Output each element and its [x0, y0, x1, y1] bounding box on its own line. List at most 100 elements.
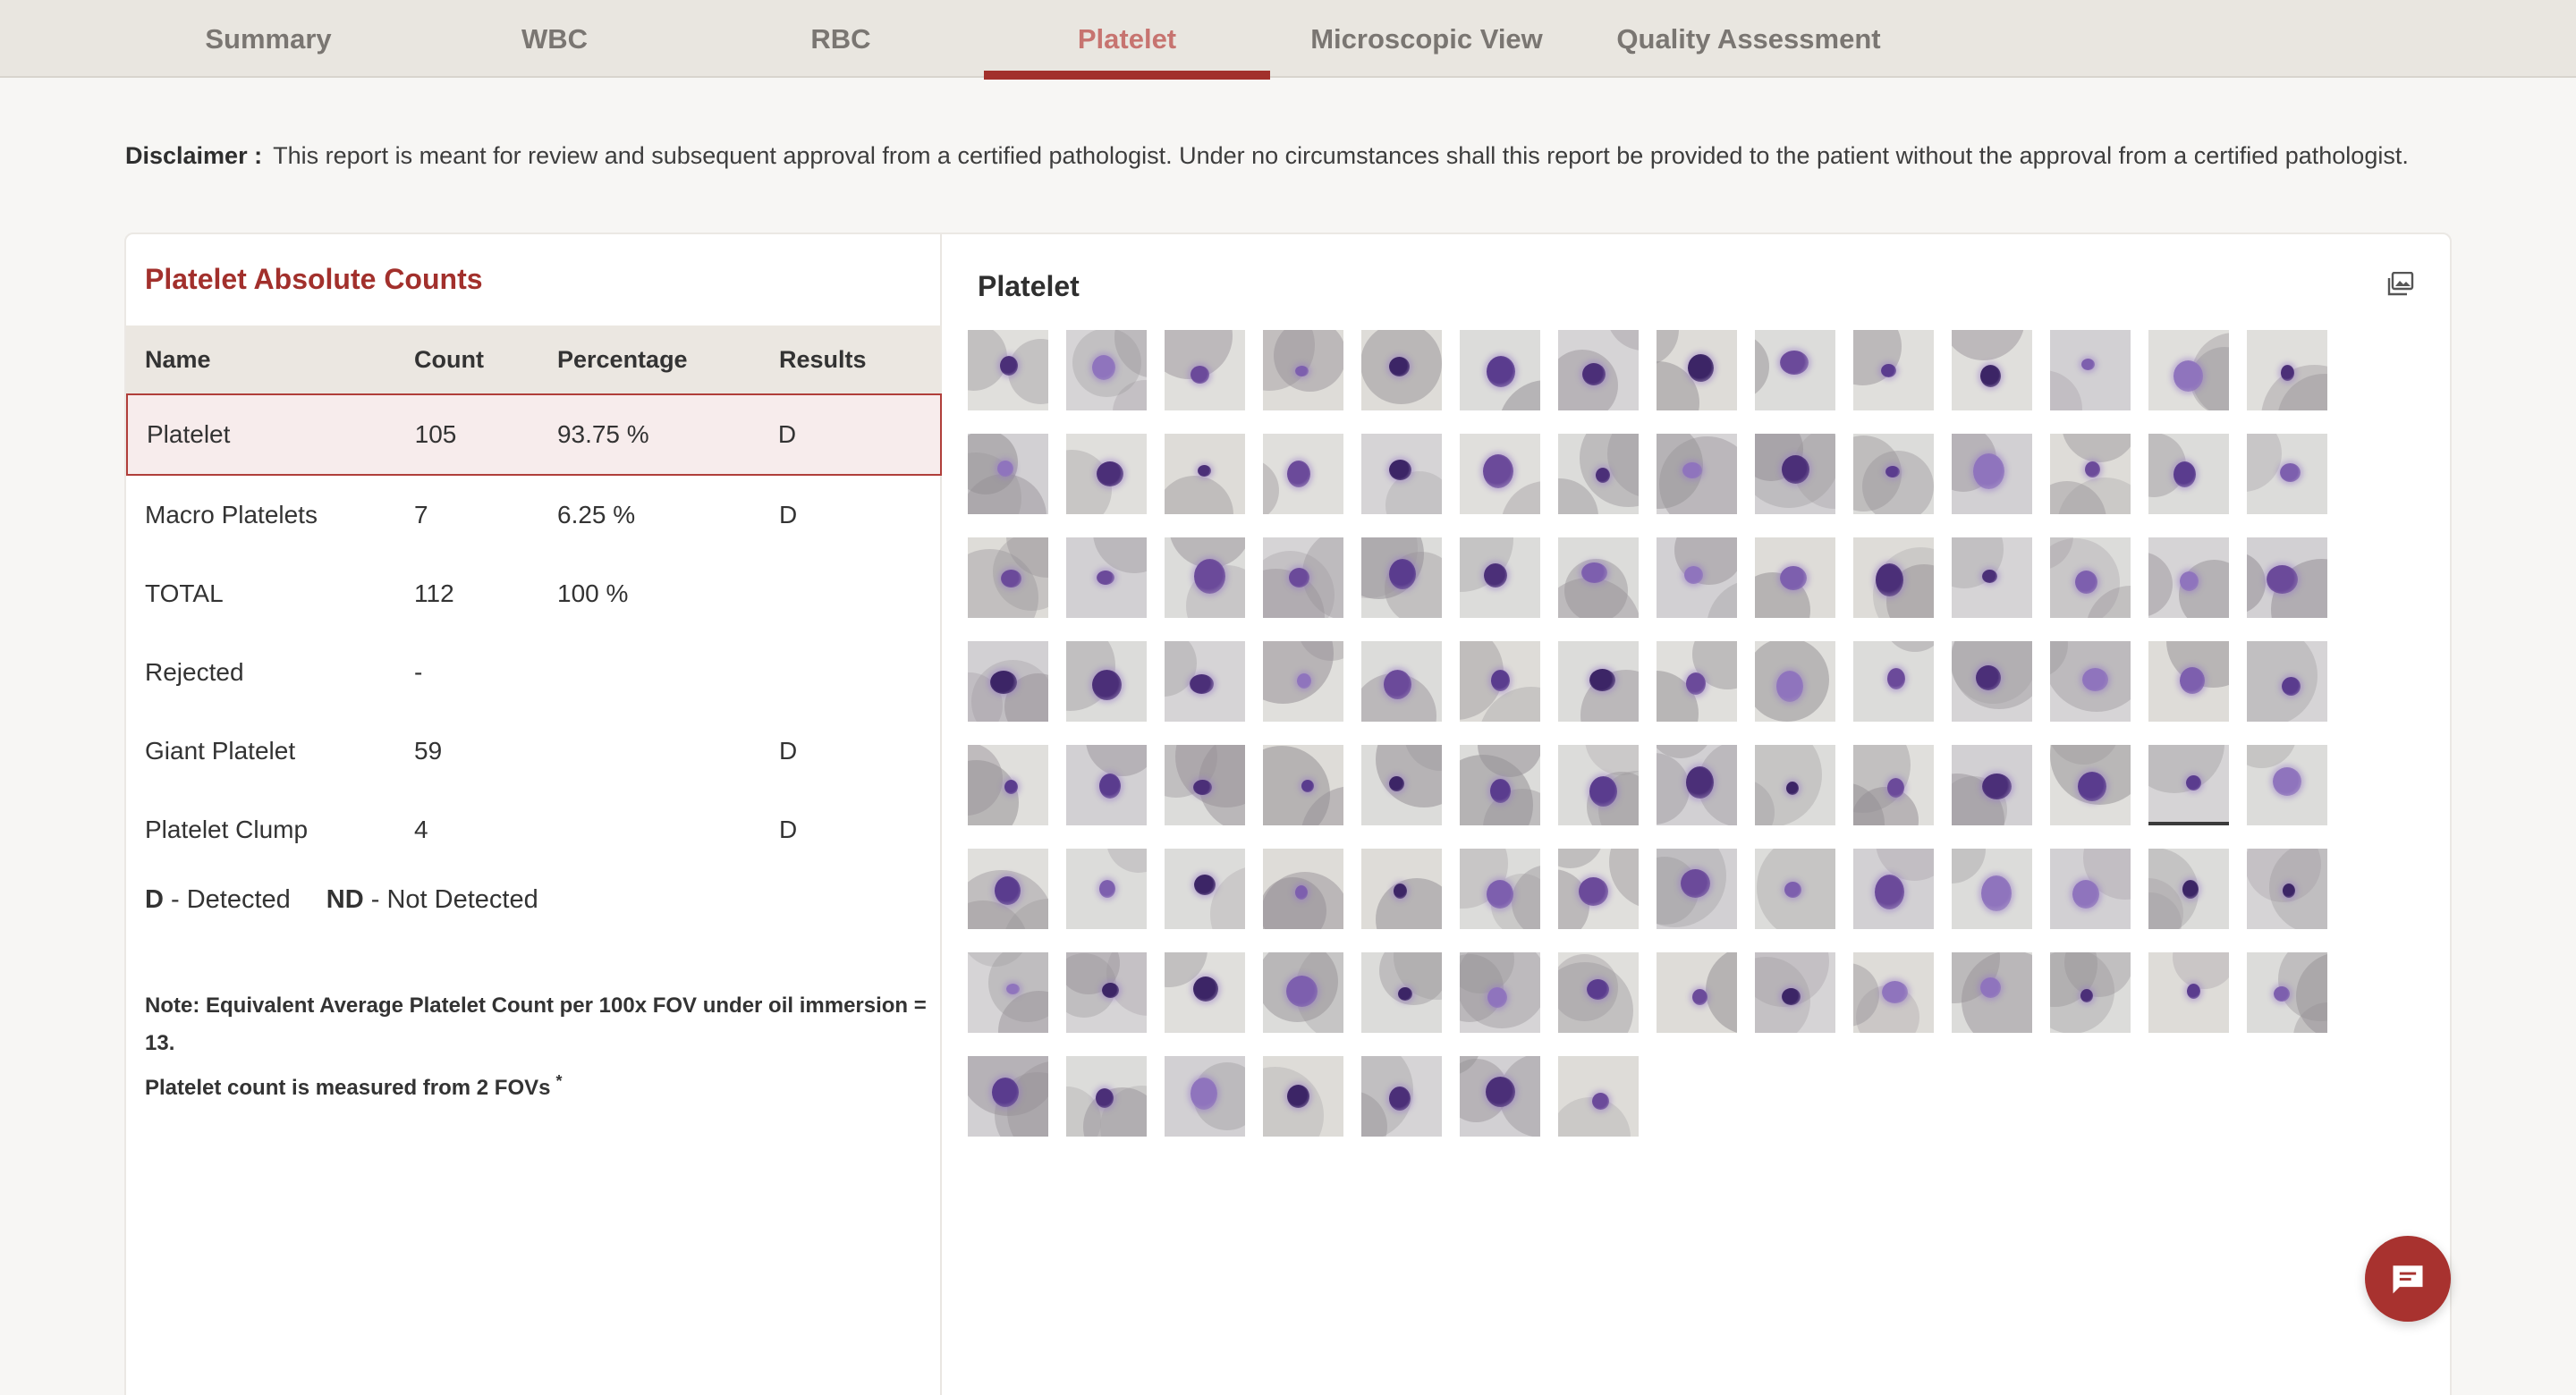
- platelet-thumbnail[interactable]: [1263, 434, 1343, 514]
- tab-quality-assessment[interactable]: Quality Assessment: [1583, 0, 1914, 78]
- platelet-thumbnail[interactable]: [1952, 745, 2032, 825]
- platelet-thumbnail[interactable]: [1952, 434, 2032, 514]
- tab-microscopic-view[interactable]: Microscopic View: [1270, 0, 1583, 78]
- platelet-thumbnail[interactable]: [968, 849, 1048, 929]
- platelet-thumbnail[interactable]: [2247, 952, 2327, 1033]
- platelet-thumbnail[interactable]: [1952, 952, 2032, 1033]
- platelet-thumbnail[interactable]: [1460, 745, 1540, 825]
- platelet-thumbnail[interactable]: [1755, 537, 1835, 618]
- platelet-thumbnail[interactable]: [1853, 537, 1934, 618]
- platelet-thumbnail[interactable]: [1853, 330, 1934, 410]
- platelet-thumbnail[interactable]: [1165, 434, 1245, 514]
- platelet-thumbnail[interactable]: [1952, 537, 2032, 618]
- platelet-thumbnail[interactable]: [1066, 745, 1147, 825]
- platelet-thumbnail[interactable]: [1066, 849, 1147, 929]
- platelet-thumbnail[interactable]: [1558, 330, 1639, 410]
- image-gallery-icon[interactable]: [2387, 272, 2414, 297]
- platelet-thumbnail[interactable]: [2148, 330, 2229, 410]
- platelet-thumbnail[interactable]: [1361, 330, 1442, 410]
- platelet-thumbnail[interactable]: [968, 1056, 1048, 1137]
- platelet-thumbnail[interactable]: [1263, 330, 1343, 410]
- platelet-thumbnail[interactable]: [1657, 434, 1737, 514]
- platelet-thumbnail[interactable]: [1263, 849, 1343, 929]
- platelet-thumbnail[interactable]: [1066, 952, 1147, 1033]
- platelet-thumbnail[interactable]: [1361, 952, 1442, 1033]
- platelet-thumbnail[interactable]: [2050, 952, 2131, 1033]
- platelet-thumbnail[interactable]: [2247, 330, 2327, 410]
- platelet-thumbnail[interactable]: [1066, 537, 1147, 618]
- platelet-thumbnail[interactable]: [1558, 849, 1639, 929]
- platelet-thumbnail[interactable]: [1657, 849, 1737, 929]
- platelet-thumbnail[interactable]: [1361, 745, 1442, 825]
- table-row-platelet[interactable]: Platelet 105 93.75 % D: [126, 393, 942, 476]
- table-row-giant-platelet[interactable]: Giant Platelet 59 D: [126, 712, 942, 790]
- platelet-thumbnail[interactable]: [1263, 641, 1343, 722]
- platelet-thumbnail[interactable]: [1165, 849, 1245, 929]
- platelet-thumbnail[interactable]: [968, 745, 1048, 825]
- platelet-thumbnail[interactable]: [1853, 641, 1934, 722]
- platelet-thumbnail[interactable]: [1755, 745, 1835, 825]
- platelet-thumbnail[interactable]: [1460, 641, 1540, 722]
- platelet-thumbnail[interactable]: [1066, 330, 1147, 410]
- tab-platelet[interactable]: Platelet: [984, 0, 1270, 80]
- platelet-thumbnail[interactable]: [1460, 330, 1540, 410]
- platelet-thumbnail[interactable]: [2050, 434, 2131, 514]
- platelet-thumbnail[interactable]: [1066, 1056, 1147, 1137]
- platelet-thumbnail[interactable]: [1755, 952, 1835, 1033]
- platelet-thumbnail[interactable]: [1165, 537, 1245, 618]
- platelet-thumbnail[interactable]: [1657, 537, 1737, 618]
- platelet-thumbnail[interactable]: [2050, 537, 2131, 618]
- platelet-thumbnail[interactable]: [2247, 537, 2327, 618]
- platelet-thumbnail[interactable]: [1460, 1056, 1540, 1137]
- platelet-thumbnail[interactable]: [1853, 849, 1934, 929]
- platelet-thumbnail[interactable]: [1361, 849, 1442, 929]
- platelet-thumbnail[interactable]: [1263, 1056, 1343, 1137]
- platelet-thumbnail[interactable]: [968, 330, 1048, 410]
- platelet-thumbnail[interactable]: [1657, 641, 1737, 722]
- platelet-thumbnail[interactable]: [1263, 745, 1343, 825]
- platelet-thumbnail[interactable]: [2148, 434, 2229, 514]
- platelet-thumbnail[interactable]: [1657, 330, 1737, 410]
- platelet-thumbnail[interactable]: [2247, 434, 2327, 514]
- platelet-thumbnail[interactable]: [1952, 641, 2032, 722]
- platelet-thumbnail[interactable]: [1755, 849, 1835, 929]
- platelet-thumbnail[interactable]: [1460, 952, 1540, 1033]
- platelet-thumbnail[interactable]: [1657, 745, 1737, 825]
- platelet-thumbnail[interactable]: [2247, 641, 2327, 722]
- platelet-thumbnail[interactable]: [2148, 641, 2229, 722]
- platelet-thumbnail[interactable]: [1361, 641, 1442, 722]
- platelet-thumbnail[interactable]: [2148, 952, 2229, 1033]
- platelet-thumbnail[interactable]: [968, 641, 1048, 722]
- tab-rbc[interactable]: RBC: [698, 0, 984, 78]
- chat-button[interactable]: [2365, 1236, 2451, 1322]
- table-row-macro-platelets[interactable]: Macro Platelets 7 6.25 % D: [126, 476, 942, 554]
- platelet-thumbnail[interactable]: [1066, 641, 1147, 722]
- platelet-thumbnail[interactable]: [1460, 849, 1540, 929]
- platelet-thumbnail[interactable]: [1165, 952, 1245, 1033]
- platelet-thumbnail[interactable]: [968, 434, 1048, 514]
- platelet-thumbnail[interactable]: [1558, 537, 1639, 618]
- platelet-thumbnail[interactable]: [1558, 745, 1639, 825]
- platelet-thumbnail[interactable]: [2050, 849, 2131, 929]
- platelet-thumbnail[interactable]: [1263, 537, 1343, 618]
- platelet-thumbnail[interactable]: [1066, 434, 1147, 514]
- platelet-thumbnail[interactable]: [1853, 952, 1934, 1033]
- tab-wbc[interactable]: WBC: [411, 0, 698, 78]
- platelet-thumbnail[interactable]: [2050, 330, 2131, 410]
- platelet-thumbnail[interactable]: [1165, 641, 1245, 722]
- platelet-thumbnail[interactable]: [1558, 952, 1639, 1033]
- platelet-thumbnail[interactable]: [2247, 745, 2327, 825]
- platelet-thumbnail[interactable]: [2148, 537, 2229, 618]
- platelet-thumbnail[interactable]: [2050, 745, 2131, 825]
- platelet-thumbnail[interactable]: [2148, 745, 2229, 825]
- platelet-thumbnail[interactable]: [1755, 330, 1835, 410]
- platelet-thumbnail[interactable]: [1165, 1056, 1245, 1137]
- platelet-thumbnail[interactable]: [1558, 434, 1639, 514]
- tab-summary[interactable]: Summary: [125, 0, 411, 78]
- platelet-thumbnail[interactable]: [968, 952, 1048, 1033]
- platelet-thumbnail[interactable]: [1853, 434, 1934, 514]
- platelet-thumbnail[interactable]: [2148, 849, 2229, 929]
- platelet-thumbnail[interactable]: [1755, 434, 1835, 514]
- platelet-thumbnail[interactable]: [1558, 1056, 1639, 1137]
- platelet-thumbnail[interactable]: [1657, 952, 1737, 1033]
